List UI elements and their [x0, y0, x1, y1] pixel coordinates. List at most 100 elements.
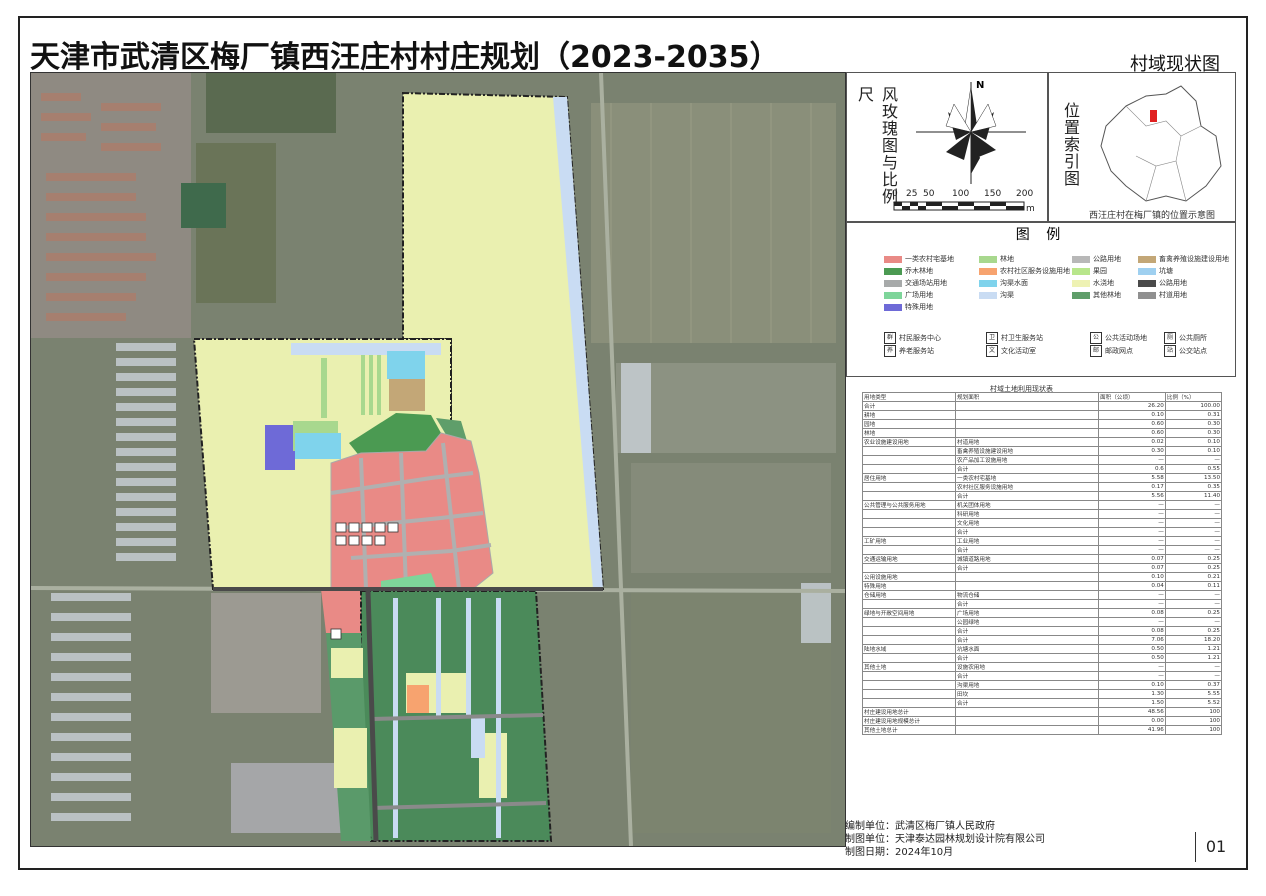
parcel-residential[interactable]: [330, 432, 494, 590]
locator-label: 位置索引图: [1061, 102, 1080, 187]
legend-symbol-label: 公共厕所: [1179, 334, 1207, 342]
legend-symbol-label: 文化活动室: [1001, 347, 1036, 355]
table-cell: 100: [1164, 725, 1223, 735]
scale-tick-150: 150: [984, 189, 1001, 199]
table-cell: 100.00: [1164, 401, 1223, 411]
legend-item: 公路用地: [1138, 278, 1187, 288]
table-cell: —: [1098, 662, 1166, 672]
table-row: 农业设施建设用地 村道用地 0.02 0.10: [862, 437, 1223, 447]
legend-symbol: 卫村卫生服务站: [986, 332, 1043, 344]
table-cell: 5.55: [1164, 689, 1223, 699]
facility-icon: 文: [986, 345, 998, 357]
table-cell: 科研用地: [955, 509, 1099, 519]
table-cell: [862, 455, 956, 465]
table-cell: 0.25: [1164, 608, 1223, 618]
table-cell: 合计: [955, 464, 1099, 474]
cartographer: 制图单位：天津泰达园林规划设计院有限公司: [845, 834, 1045, 845]
table-cell: —: [1098, 617, 1166, 627]
table-cell: 仓储用地: [862, 590, 956, 600]
parcel-residential-south[interactable]: [321, 589, 361, 633]
table-cell: 0.00: [1098, 716, 1166, 726]
parcel-livestock[interactable]: [389, 379, 425, 411]
table-cell: 其他土地: [862, 662, 956, 672]
table-cell: 合计: [955, 635, 1099, 645]
table-row: 合计 0.07 0.25: [862, 563, 1223, 573]
table-cell: 0.08: [1098, 626, 1166, 636]
legend-symbol: 邮邮政网点: [1090, 345, 1133, 357]
table-cell: 0.35: [1164, 482, 1223, 492]
satellite-map[interactable]: [30, 72, 846, 847]
table-cell: 0.08: [1098, 608, 1166, 618]
table-cell: 城镇道路用地: [955, 554, 1099, 564]
table-row: 农产品加工设施用地 — —: [862, 455, 1223, 465]
legend-label: 农村社区服务设施用地: [1000, 267, 1070, 275]
scale-bar: [893, 201, 1025, 211]
table-cell: 公园绿地: [955, 617, 1099, 627]
table-cell: [862, 698, 956, 708]
table-cell: 农产品加工设施用地: [955, 455, 1099, 465]
legend-swatch: [884, 255, 902, 263]
facility-icon: 卫: [986, 332, 998, 344]
table-cell: —: [1098, 671, 1166, 681]
table-cell: [955, 581, 1099, 591]
scale-tick-200: 200: [1016, 189, 1033, 199]
legend-label: 公路用地: [1093, 255, 1121, 263]
legend-item: 乔木林地: [884, 266, 933, 276]
table-cell: 合计: [955, 599, 1099, 609]
table-cell: —: [1098, 518, 1166, 528]
legend-swatch: [979, 255, 997, 263]
table-cell: 合计: [955, 698, 1099, 708]
table-cell: 其他土地总计: [862, 725, 956, 735]
table-cell: 畜禽养殖设施建设用地: [955, 446, 1099, 456]
legend-symbol: 厕公共厕所: [1164, 332, 1207, 344]
table-cell: [862, 599, 956, 609]
parcel-community[interactable]: [407, 685, 429, 713]
table-cell: 0.31: [1164, 410, 1223, 420]
table-cell: 0.60: [1098, 419, 1166, 429]
table-cell: 沟渠用地: [955, 680, 1099, 690]
scale-tick-50: 50: [923, 189, 935, 199]
table-cell: 0.25: [1164, 563, 1223, 573]
table-cell: —: [1098, 536, 1166, 546]
legend-item: 沟渠水面: [979, 278, 1028, 288]
table-cell: —: [1164, 527, 1223, 537]
table-cell: 0.10: [1098, 572, 1166, 582]
table-cell: [862, 527, 956, 537]
locator-caption: 西汪庄村在梅厂镇的位置示意图: [1089, 211, 1216, 221]
table-cell: 0.30: [1164, 428, 1223, 438]
table-row: 陆地水域 坑塘水面 0.50 1.21: [862, 644, 1223, 654]
table-cell: 合计: [955, 671, 1099, 681]
parcel-special[interactable]: [265, 425, 295, 470]
table-cell: [955, 419, 1099, 429]
table-row: 其他土地 设施农用地 — —: [862, 662, 1223, 672]
facility-icon: 公: [1090, 332, 1102, 344]
facility-icon: 养: [884, 345, 896, 357]
parcel-water: [295, 433, 341, 459]
legend-item: 特殊用地: [884, 302, 933, 312]
table-cell: 耕地: [862, 410, 956, 420]
table-row: 田坎 1.30 5.55: [862, 689, 1223, 699]
scale-tick-25: 25: [906, 189, 917, 199]
legend-label: 畜禽养殖设施建设用地: [1159, 255, 1229, 263]
legend-swatch: [1072, 267, 1090, 275]
table-header-cell: 比例（%）: [1164, 392, 1223, 402]
legend-item: 其他林地: [1072, 290, 1121, 300]
factory-block: [231, 763, 351, 833]
table-row: 公用设施用地 0.10 0.21: [862, 572, 1223, 582]
table-cell: 48.56: [1098, 707, 1166, 717]
legend-label: 村道用地: [1159, 291, 1187, 299]
table-cell: 合计: [955, 491, 1099, 501]
parcel-pond[interactable]: [387, 351, 425, 379]
legend-swatch: [1072, 291, 1090, 299]
table-cell: 工矿用地: [862, 536, 956, 546]
legend-label: 水浇地: [1093, 279, 1114, 287]
pond: [181, 183, 226, 228]
table-cell: 0.50: [1098, 644, 1166, 654]
table-cell: —: [1098, 590, 1166, 600]
legend-label: 乔木林地: [905, 267, 933, 275]
table-cell: 5.56: [1098, 491, 1166, 501]
table-row: 合计 0.6 0.55: [862, 464, 1223, 474]
table-row: 合计 0.50 1.21: [862, 653, 1223, 663]
legend-swatch: [884, 291, 902, 299]
table-cell: [862, 671, 956, 681]
